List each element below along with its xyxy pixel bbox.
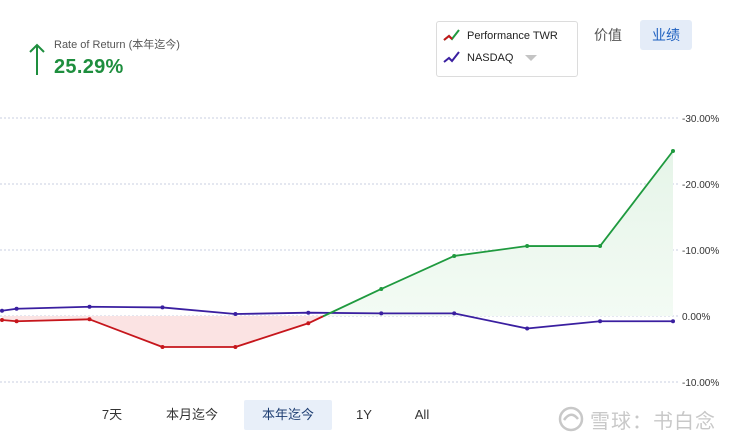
range-all[interactable]: All <box>404 400 440 430</box>
nasdaq-point[interactable] <box>233 312 238 317</box>
y-tick-label: -20.00% <box>682 180 719 191</box>
range-1y[interactable]: 1Y <box>348 400 380 430</box>
y-tick-label: -10.00% <box>682 246 719 257</box>
nasdaq-point[interactable] <box>14 306 19 311</box>
y-tick-label: -30.00% <box>682 114 719 125</box>
watermark-text: 雪球：书白念 <box>590 410 716 433</box>
performance-point[interactable] <box>306 321 311 326</box>
nasdaq-point[interactable] <box>0 308 4 313</box>
range-year-to-date[interactable]: 本年迄今 <box>244 400 332 430</box>
performance-point[interactable] <box>0 317 4 322</box>
performance-chart: -10.00% 0.00% -10.00% -20.00% -30.00% <box>0 114 719 389</box>
nasdaq-point[interactable] <box>525 326 530 331</box>
nasdaq-point[interactable] <box>598 319 603 324</box>
performance-point[interactable] <box>87 317 92 322</box>
nasdaq-point[interactable] <box>452 311 457 316</box>
watermark: 雪球：书白念 <box>556 404 738 434</box>
range-month-to-date[interactable]: 本月迄今 <box>154 400 230 430</box>
performance-point[interactable] <box>525 244 530 249</box>
nasdaq-point[interactable] <box>306 310 311 315</box>
performance-point[interactable] <box>598 244 603 249</box>
snowball-logo-icon <box>558 406 584 432</box>
nasdaq-point[interactable] <box>87 304 92 309</box>
y-tick-label: 0.00% <box>682 312 710 323</box>
performance-point[interactable] <box>233 345 238 350</box>
performance-point[interactable] <box>379 286 384 291</box>
nasdaq-point[interactable] <box>379 311 384 316</box>
y-tick-label: -10.00% <box>682 378 719 389</box>
performance-point[interactable] <box>14 319 19 324</box>
range-7d[interactable]: 7天 <box>90 400 134 430</box>
performance-point[interactable] <box>452 253 457 258</box>
nasdaq-point[interactable] <box>160 305 165 310</box>
performance-point[interactable] <box>671 149 675 153</box>
performance-area-fill <box>2 151 673 348</box>
nasdaq-point[interactable] <box>671 319 675 324</box>
performance-point[interactable] <box>160 345 165 350</box>
